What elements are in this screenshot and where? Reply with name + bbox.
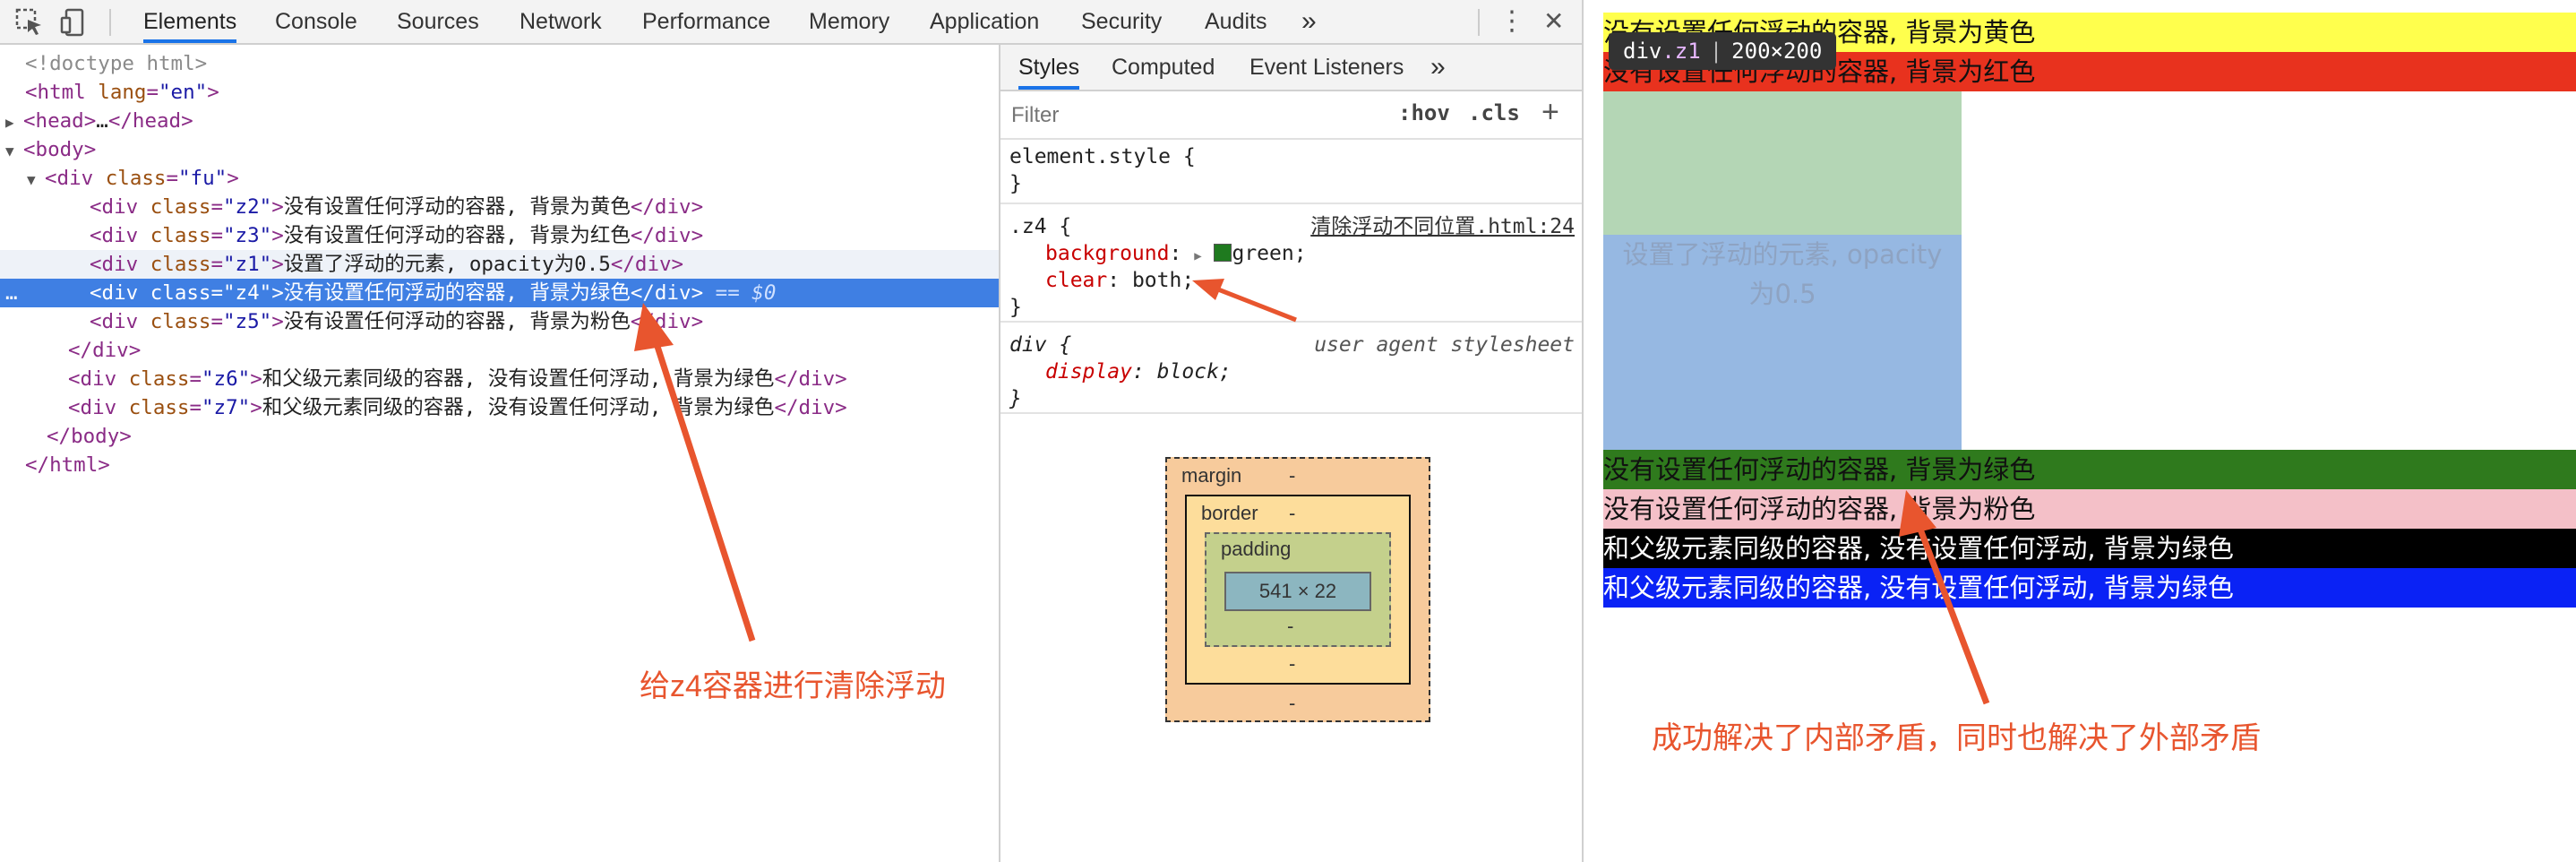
dom-node-div-z1[interactable]: <div class="z1">设置了浮动的元素, opacity为0.5</d… [0, 250, 1088, 279]
content-size: 541 × 22 [1258, 580, 1337, 602]
z7-blue-block: 和父级元素同级的容器, 没有设置任何浮动, 背景为绿色 [1603, 568, 2576, 608]
dom-node-div-z6[interactable]: <div class="z6">和父级元素同级的容器, 没有设置任何浮动, 背景… [0, 365, 1067, 393]
border-bottom-value: - [1289, 652, 1296, 675]
more-tabs-button[interactable]: » [1301, 0, 1317, 43]
filter-row: :hov .cls + [1000, 91, 1582, 140]
inspect-element-icon[interactable] [14, 7, 45, 38]
dom-node-body[interactable]: ▼ <body> [0, 135, 1024, 164]
tab-performance[interactable]: Performance [642, 0, 770, 43]
dom-node-head[interactable]: ▶ <head>…</head> [0, 107, 1024, 135]
body-close-tag: </body> [47, 425, 132, 448]
rule-element-style: element.style { } [1000, 142, 1582, 204]
tab-network[interactable]: Network [519, 0, 602, 43]
toolbar-divider [1478, 9, 1480, 36]
z1-text: 设置了浮动的元素, opacity为0.5 [283, 253, 611, 276]
tab-event-listeners[interactable]: Event Listeners [1249, 45, 1404, 90]
elements-panel: <!doctype html> <html lang="en"> ▶ <head>… [0, 45, 1088, 862]
z4-green-block: 没有设置任何浮动的容器, 背景为绿色 [1603, 450, 2576, 489]
color-swatch[interactable] [1214, 244, 1232, 262]
tab-computed[interactable]: Computed [1112, 45, 1215, 90]
z4-text: 没有设置任何浮动的容器, 背景为绿色 [283, 281, 631, 305]
margin-top-value: - [1289, 464, 1296, 487]
box-model-border[interactable]: border - - padding - 541 × 22 [1185, 495, 1411, 685]
box-model-padding[interactable]: padding - 541 × 22 [1205, 532, 1391, 647]
dom-node-body-close[interactable]: </body> [0, 422, 1045, 451]
tab-elements[interactable]: Elements [143, 0, 237, 43]
div-close-tag: </div> [68, 339, 142, 362]
element-style-selector[interactable]: element.style { [1009, 143, 1196, 170]
border-label: border [1201, 502, 1258, 524]
dom-node-html-close[interactable]: </html> [0, 451, 1024, 479]
annotation-arrow-right [1899, 490, 1990, 705]
rule-div-user-agent: div { user agent stylesheet display: blo… [1000, 324, 1582, 414]
dom-node-div-z3[interactable]: <div class="z3">没有设置任何浮动的容器, 背景为红色</div> [0, 221, 1088, 250]
box-model-margin[interactable]: margin - - border - - padding - 541 × 22 [1165, 457, 1430, 722]
dom-node-div-z5[interactable]: <div class="z5">没有设置任何浮动的容器, 背景为粉色</div> [0, 307, 1088, 336]
annotation-arrow-left [634, 303, 756, 642]
tab-styles[interactable]: Styles [1018, 45, 1080, 90]
devtools-toolbar: Elements Console Sources Network Perform… [0, 0, 1582, 45]
annotation-left-text: 给z4容器进行清除浮动 [640, 669, 946, 703]
padding-label: padding [1221, 538, 1292, 560]
box-model-content[interactable]: 541 × 22 [1224, 572, 1371, 611]
margin-bottom-value: - [1289, 692, 1296, 714]
element-style-close: } [1009, 172, 1022, 195]
z6-black-block: 和父级元素同级的容器, 没有设置任何浮动, 背景为绿色 [1603, 529, 2576, 568]
hov-toggle[interactable]: :hov [1398, 100, 1450, 125]
styles-pane: Styles Computed Event Listeners » :hov .… [999, 45, 1582, 862]
margin-label: margin [1181, 464, 1242, 487]
div-display-decl: display: block; [1045, 360, 1232, 384]
tab-memory[interactable]: Memory [809, 0, 889, 43]
close-devtools-icon[interactable]: ✕ [1543, 0, 1564, 43]
user-agent-label: user agent stylesheet [1314, 333, 1575, 357]
more-subtabs-button[interactable]: » [1430, 45, 1446, 90]
z3-text: 没有设置任何浮动的容器, 背景为红色 [283, 224, 631, 247]
new-style-rule-button[interactable]: + [1541, 95, 1559, 130]
dom-node-div-fu-close[interactable]: </div> [0, 336, 1067, 365]
z2-text: 没有设置任何浮动的容器, 背景为黄色 [283, 195, 631, 219]
toolbar-divider [109, 9, 111, 36]
z1-overlap-area [1603, 91, 1962, 235]
div-close: } [1009, 387, 1022, 410]
annotation-right-text: 成功解决了内部矛盾，同时也解决了外部矛盾 [1652, 720, 2261, 756]
styles-subtabs: Styles Computed Event Listeners » [1000, 45, 1582, 91]
dom-node-div-z4-selected[interactable]: … <div class="z4">没有设置任何浮动的容器, 背景为绿色</div… [0, 279, 1088, 307]
tab-application[interactable]: Application [930, 0, 1039, 43]
rendered-page: 没有设置任何浮动的容器, 背景为黄色 没有设置任何浮动的容器, 背景为红色 设置… [1582, 0, 2576, 862]
dom-node-html[interactable]: <html lang="en"> [0, 78, 1024, 107]
z5-pink-block: 没有设置任何浮动的容器, 背景为粉色 [1603, 489, 2576, 529]
customize-menu-icon[interactable]: ⋮ [1498, 0, 1525, 43]
node-actions-dots[interactable]: … [5, 279, 18, 307]
tab-console[interactable]: Console [275, 0, 357, 43]
element-tooltip: div.z1 | 200×200 [1609, 32, 1837, 70]
z4-background-decl[interactable]: background: ▶ green; [1045, 240, 1307, 267]
collapse-triangle-icon[interactable]: ▼ [5, 137, 23, 166]
dom-node-div-fu[interactable]: ▼ <div class="fu"> [0, 164, 1045, 193]
doctype-text: <!doctype html> [25, 52, 208, 75]
padding-bottom-value: - [1287, 615, 1294, 637]
div-selector[interactable]: div { [1009, 332, 1071, 358]
expand-shorthand-icon[interactable]: ▶ [1194, 249, 1201, 263]
dom-node-div-z7[interactable]: <div class="z7">和父级元素同级的容器, 没有设置任何浮动, 背景… [0, 393, 1067, 422]
dom-node-div-z2[interactable]: <div class="z2">没有设置任何浮动的容器, 背景为黄色</div> [0, 193, 1088, 221]
z1-float-block: 设置了浮动的元素, opacity为0.5 [1603, 91, 1962, 450]
tab-security[interactable]: Security [1081, 0, 1162, 43]
styles-filter-input[interactable] [1009, 99, 1389, 133]
dom-node-doctype[interactable]: <!doctype html> [0, 49, 1024, 78]
annotation-arrow-styles [1192, 279, 1297, 323]
collapse-triangle-icon[interactable]: ▼ [27, 166, 45, 194]
z4-selector[interactable]: .z4 { [1009, 213, 1071, 240]
tab-sources[interactable]: Sources [397, 0, 479, 43]
html-close-tag: </html> [25, 453, 110, 477]
cls-toggle[interactable]: .cls [1468, 100, 1520, 125]
expand-triangle-icon[interactable]: ▶ [5, 108, 23, 137]
device-toolbar-icon[interactable] [59, 7, 90, 38]
z5-text: 没有设置任何浮动的容器, 背景为粉色 [283, 310, 631, 333]
border-top-value: - [1289, 502, 1296, 524]
tab-audits[interactable]: Audits [1205, 0, 1267, 43]
z4-clear-decl[interactable]: clear: both; [1045, 267, 1194, 294]
z4-close: } [1009, 296, 1022, 319]
z4-source-link[interactable]: 清除浮动不同位置.html:24 [1310, 213, 1575, 240]
z1-text-block: 设置了浮动的元素, opacity为0.5 [1622, 239, 1943, 309]
